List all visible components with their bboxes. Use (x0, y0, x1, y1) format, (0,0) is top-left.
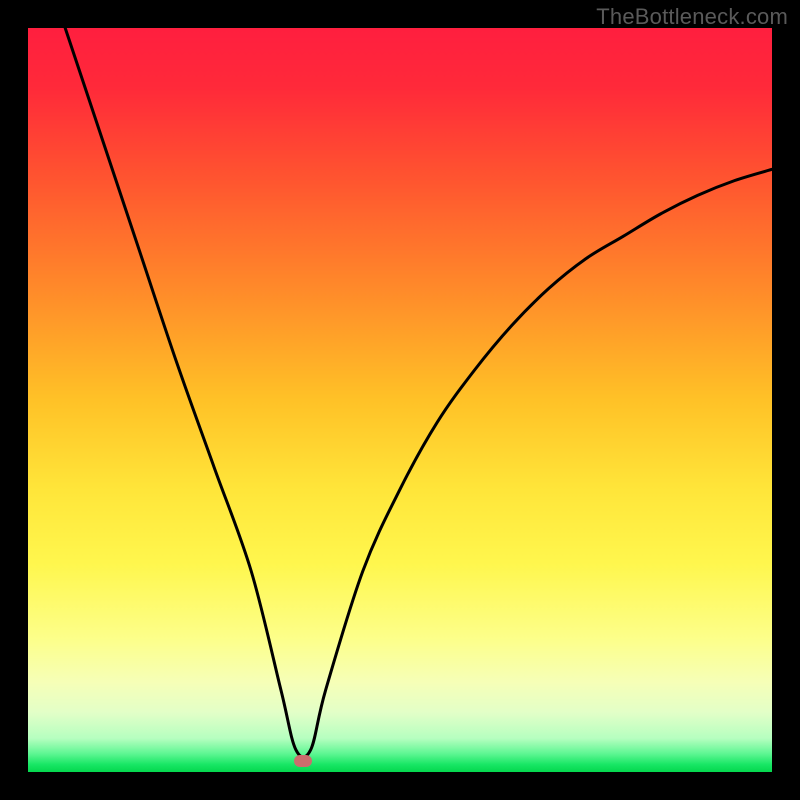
optimal-point-marker (294, 755, 312, 767)
chart-frame (28, 28, 772, 772)
watermark-text: TheBottleneck.com (596, 4, 788, 30)
gradient-background (28, 28, 772, 772)
